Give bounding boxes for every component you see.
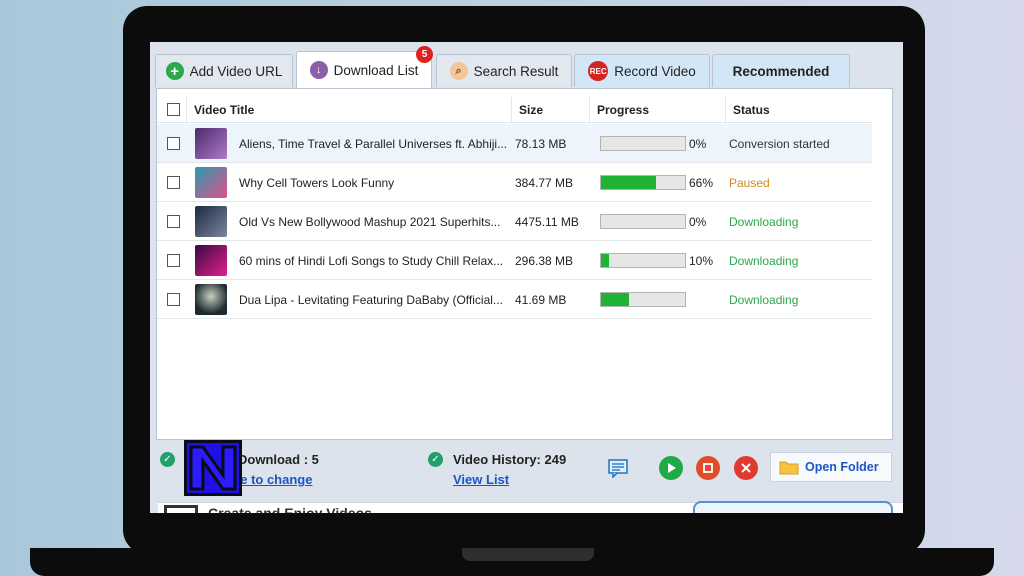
download-status: Downloading — [729, 293, 799, 307]
table-row[interactable]: Old Vs New Bollywood Mashup 2021 Superhi… — [157, 202, 872, 241]
header-video-title[interactable]: Video Title — [194, 103, 254, 117]
video-size: 296.38 MB — [515, 254, 574, 268]
video-thumbnail — [195, 128, 227, 159]
tab-label: Search Result — [473, 63, 559, 79]
row-checkbox[interactable] — [167, 176, 180, 189]
app-window: + Add Video URL ↓ Download List 5 ⌕ Sear… — [150, 42, 903, 513]
column-divider — [589, 97, 590, 123]
row-checkbox[interactable] — [167, 137, 180, 150]
progress-percent: 0% — [689, 215, 707, 229]
video-size: 4475.11 MB — [515, 215, 579, 229]
header-progress[interactable]: Progress — [597, 103, 649, 117]
promo-icon — [164, 505, 198, 513]
stop-icon[interactable] — [696, 456, 720, 480]
open-folder-label: Open Folder — [805, 460, 879, 474]
video-thumbnail — [195, 206, 227, 237]
download-icon: ↓ — [309, 61, 328, 79]
folder-icon — [779, 461, 799, 475]
tab-label: Record Video — [614, 63, 696, 79]
download-status: Downloading — [729, 215, 799, 229]
n-logo-icon — [189, 445, 237, 491]
bottom-bar: ✓ Download : 5 here to change ✓ Video Hi… — [150, 440, 903, 513]
download-count: Download : 5 — [238, 452, 319, 467]
progress-percent: 66% — [689, 176, 714, 190]
comment-icon[interactable] — [606, 456, 630, 480]
tab-download-list[interactable]: ↓ Download List — [296, 51, 432, 88]
open-folder-button[interactable]: Open Folder — [770, 452, 892, 482]
download-status: Downloading — [729, 254, 799, 268]
download-count-badge: 5 — [416, 46, 433, 63]
tab-label: Add Video URL — [189, 63, 283, 79]
check-icon: ✓ — [428, 452, 443, 467]
video-title: Dua Lipa - Levitating Featuring DaBaby (… — [239, 293, 503, 307]
tab-search-result[interactable]: ⌕ Search Result — [436, 54, 572, 87]
plus-icon: + — [165, 62, 184, 80]
column-divider — [186, 97, 187, 123]
tab-add-video-url[interactable]: + Add Video URL — [155, 54, 293, 87]
select-all-checkbox[interactable] — [167, 103, 180, 116]
channel-logo — [184, 440, 242, 496]
table-row[interactable]: Why Cell Towers Look Funny 384.77 MB 66%… — [157, 163, 872, 202]
rec-icon: REC — [588, 61, 609, 81]
table-row[interactable]: Aliens, Time Travel & Parallel Universes… — [157, 124, 872, 163]
tab-label: Recommended — [732, 63, 830, 79]
laptop-base — [30, 548, 994, 576]
progress-fill — [601, 254, 610, 267]
tab-record-video[interactable]: REC Record Video — [574, 54, 710, 87]
view-list-link[interactable]: View List — [453, 472, 509, 487]
progress-bar — [600, 136, 686, 151]
video-history-count: Video History: 249 — [453, 452, 567, 467]
magnifier-icon: ⌕ — [449, 62, 468, 80]
table-row[interactable]: Dua Lipa - Levitating Featuring DaBaby (… — [157, 280, 872, 319]
table-row[interactable]: 60 mins of Hindi Lofi Songs to Study Chi… — [157, 241, 872, 280]
promo-button[interactable] — [693, 501, 893, 513]
progress-percent: 0% — [689, 137, 707, 151]
play-icon[interactable] — [659, 456, 683, 480]
video-title: Old Vs New Bollywood Mashup 2021 Superhi… — [239, 215, 501, 229]
table-header: Video Title Size Progress Status — [157, 97, 872, 123]
column-divider — [725, 97, 726, 123]
promo-strip: Create and Enjoy Videos — [158, 501, 903, 513]
download-list-table: Video Title Size Progress Status Aliens,… — [156, 88, 893, 440]
video-title: Aliens, Time Travel & Parallel Universes… — [239, 137, 508, 151]
progress-bar — [600, 253, 686, 268]
video-thumbnail — [195, 167, 227, 198]
header-status[interactable]: Status — [733, 103, 770, 117]
check-icon: ✓ — [160, 452, 175, 467]
video-thumbnail — [195, 245, 227, 276]
download-status: Paused — [729, 176, 770, 190]
progress-fill — [601, 293, 629, 306]
tab-bar: + Add Video URL ↓ Download List 5 ⌕ Sear… — [150, 42, 903, 88]
progress-percent: 10% — [689, 254, 714, 268]
video-thumbnail — [195, 284, 227, 315]
progress-bar — [600, 214, 686, 229]
cancel-icon[interactable] — [734, 456, 758, 480]
row-checkbox[interactable] — [167, 293, 180, 306]
video-size: 78.13 MB — [515, 137, 567, 151]
row-checkbox[interactable] — [167, 215, 180, 228]
video-title: 60 mins of Hindi Lofi Songs to Study Chi… — [239, 254, 504, 268]
column-divider — [511, 97, 512, 123]
video-size: 384.77 MB — [515, 176, 574, 190]
progress-bar — [600, 292, 686, 307]
promo-text: Create and Enjoy Videos — [208, 505, 372, 513]
tab-label: Download List — [333, 62, 419, 78]
tab-recommended[interactable]: Recommended — [712, 54, 850, 87]
download-status: Conversion started — [729, 137, 830, 151]
row-checkbox[interactable] — [167, 254, 180, 267]
progress-fill — [601, 176, 657, 189]
progress-bar — [600, 175, 686, 190]
video-size: 41.69 MB — [515, 293, 567, 307]
video-title: Why Cell Towers Look Funny — [239, 176, 395, 190]
header-size[interactable]: Size — [519, 103, 543, 117]
